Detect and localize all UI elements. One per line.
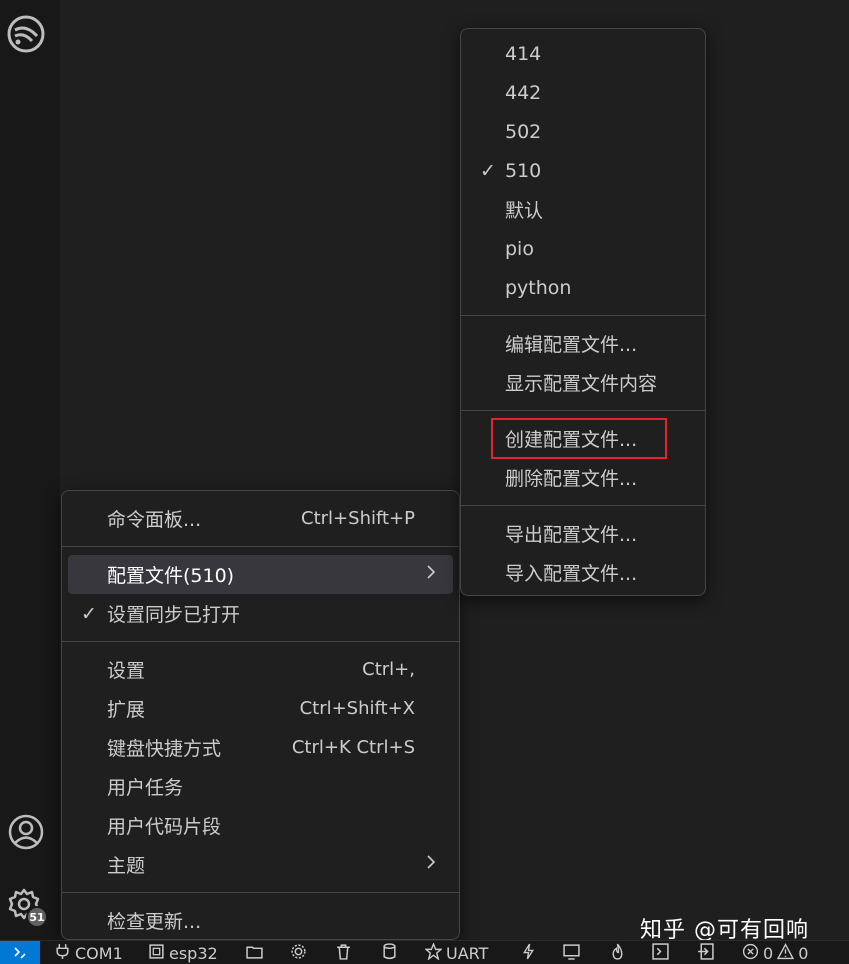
problems-indicator[interactable]: 0 0 [742, 943, 808, 964]
menu-separator [461, 505, 705, 506]
warning-count: 0 [798, 944, 809, 963]
menu-item-label: 配置文件(510) [107, 565, 235, 587]
error-icon [742, 943, 759, 964]
menu-item-label: 设置同步已打开 [107, 604, 241, 626]
manage-menu: 命令面板... Ctrl+Shift+P 配置文件(510) ✓ 设置同步已打开… [61, 490, 460, 940]
menu-item-create-profile[interactable]: 创建配置文件... [467, 419, 699, 458]
menu-item-show-profile-contents[interactable]: 显示配置文件内容 [467, 363, 699, 402]
menu-separator [62, 641, 459, 642]
menu-separator [461, 410, 705, 411]
menu-item-settings-sync[interactable]: ✓ 设置同步已打开 [68, 594, 453, 633]
menu-item-label: 显示配置文件内容 [505, 373, 658, 395]
menu-item-label: 用户代码片段 [107, 816, 222, 838]
activity-bar: 51 [0, 0, 60, 940]
status-bar: COM1 esp32 UART 0 0 [0, 940, 849, 964]
manage-badge: 51 [26, 906, 48, 928]
chevron-right-icon [425, 853, 437, 876]
plug-icon [54, 943, 71, 964]
remote-icon[interactable] [0, 941, 40, 964]
menu-item-themes[interactable]: 主题 [68, 845, 453, 884]
lightning-icon[interactable] [520, 943, 537, 960]
checkmark-icon: ✓ [480, 159, 496, 182]
statusbar-flash-type[interactable]: UART [424, 942, 489, 964]
terminal-icon[interactable] [652, 943, 669, 960]
statusbar-port[interactable]: COM1 [54, 943, 123, 964]
database-icon[interactable] [381, 943, 398, 960]
menu-separator [62, 892, 459, 893]
menu-item-extensions[interactable]: 扩展 Ctrl+Shift+X [68, 689, 453, 728]
warning-icon [777, 943, 795, 964]
menu-item-label: 检查更新... [107, 911, 202, 933]
menu-item-label: 删除配置文件... [505, 468, 638, 490]
menu-item-profiles[interactable]: 配置文件(510) [68, 555, 453, 594]
profile-item-python[interactable]: python [467, 268, 699, 307]
chevron-right-icon [425, 563, 437, 586]
menu-item-label: 导入配置文件... [505, 563, 638, 585]
flame-icon[interactable] [609, 943, 626, 960]
folder-icon[interactable] [246, 943, 263, 960]
profile-label: 默认 [505, 200, 544, 222]
settings-gear-icon[interactable] [290, 943, 307, 960]
menu-item-label: 创建配置文件... [505, 429, 638, 451]
profile-item-510[interactable]: ✓ 510 [467, 151, 699, 190]
menu-item-settings[interactable]: 设置 Ctrl+, [68, 650, 453, 689]
menu-item-label: 命令面板... [107, 509, 202, 531]
menu-item-edit-profile[interactable]: 编辑配置文件... [467, 324, 699, 363]
menu-item-label: 设置 [107, 660, 146, 682]
menu-item-check-updates[interactable]: 检查更新... [68, 901, 453, 940]
menu-separator [461, 315, 705, 316]
profile-item-pio[interactable]: pio [467, 229, 699, 268]
profiles-submenu: 414 442 502 ✓ 510 默认 pio python 编辑配置文件..… [460, 28, 706, 596]
menu-item-user-tasks[interactable]: 用户任务 [68, 767, 453, 806]
menu-item-shortcut: Ctrl+Shift+X [299, 698, 415, 719]
menu-item-user-snippets[interactable]: 用户代码片段 [68, 806, 453, 845]
profile-item-442[interactable]: 442 [467, 73, 699, 112]
profile-item-414[interactable]: 414 [467, 34, 699, 73]
menu-item-delete-profile[interactable]: 删除配置文件... [467, 458, 699, 497]
checkmark-icon: ✓ [81, 602, 97, 625]
menu-item-label: 主题 [107, 855, 146, 877]
profile-item-default[interactable]: 默认 [467, 190, 699, 229]
menu-item-keyboard-shortcuts[interactable]: 键盘快捷方式 Ctrl+K Ctrl+S [68, 728, 453, 767]
menu-item-shortcut: Ctrl+Shift+P [301, 508, 415, 529]
profile-label: python [505, 276, 572, 299]
menu-separator [62, 546, 459, 547]
profile-label: 414 [505, 42, 542, 65]
chip-icon [148, 943, 165, 964]
monitor-icon[interactable] [563, 943, 580, 960]
statusbar-target[interactable]: esp32 [148, 943, 218, 964]
menu-item-command-palette[interactable]: 命令面板... Ctrl+Shift+P [68, 499, 453, 538]
profile-item-502[interactable]: 502 [467, 112, 699, 151]
menu-item-label: 扩展 [107, 699, 146, 721]
menu-item-shortcut: Ctrl+, [362, 659, 415, 680]
profile-label: 510 [505, 159, 542, 182]
menu-item-label: 用户任务 [107, 777, 184, 799]
menu-item-label: 导出配置文件... [505, 524, 638, 546]
espressif-logo-icon[interactable] [6, 14, 46, 54]
profile-label: pio [505, 237, 534, 260]
error-count: 0 [763, 944, 774, 963]
menu-item-label: 编辑配置文件... [505, 334, 638, 356]
menu-item-shortcut: Ctrl+K Ctrl+S [291, 737, 415, 758]
menu-item-label: 键盘快捷方式 [107, 738, 222, 760]
target-label: esp32 [169, 944, 218, 963]
menu-item-import-profile[interactable]: 导入配置文件... [467, 553, 699, 592]
port-label: COM1 [75, 944, 123, 963]
menu-item-export-profile[interactable]: 导出配置文件... [467, 514, 699, 553]
trash-icon[interactable] [335, 943, 352, 960]
profile-label: 442 [505, 81, 542, 104]
flash-type-label: UART [446, 944, 489, 963]
profile-label: 502 [505, 120, 542, 143]
sign-in-icon[interactable] [697, 943, 714, 960]
account-icon[interactable] [6, 812, 46, 852]
star-icon [424, 942, 443, 964]
